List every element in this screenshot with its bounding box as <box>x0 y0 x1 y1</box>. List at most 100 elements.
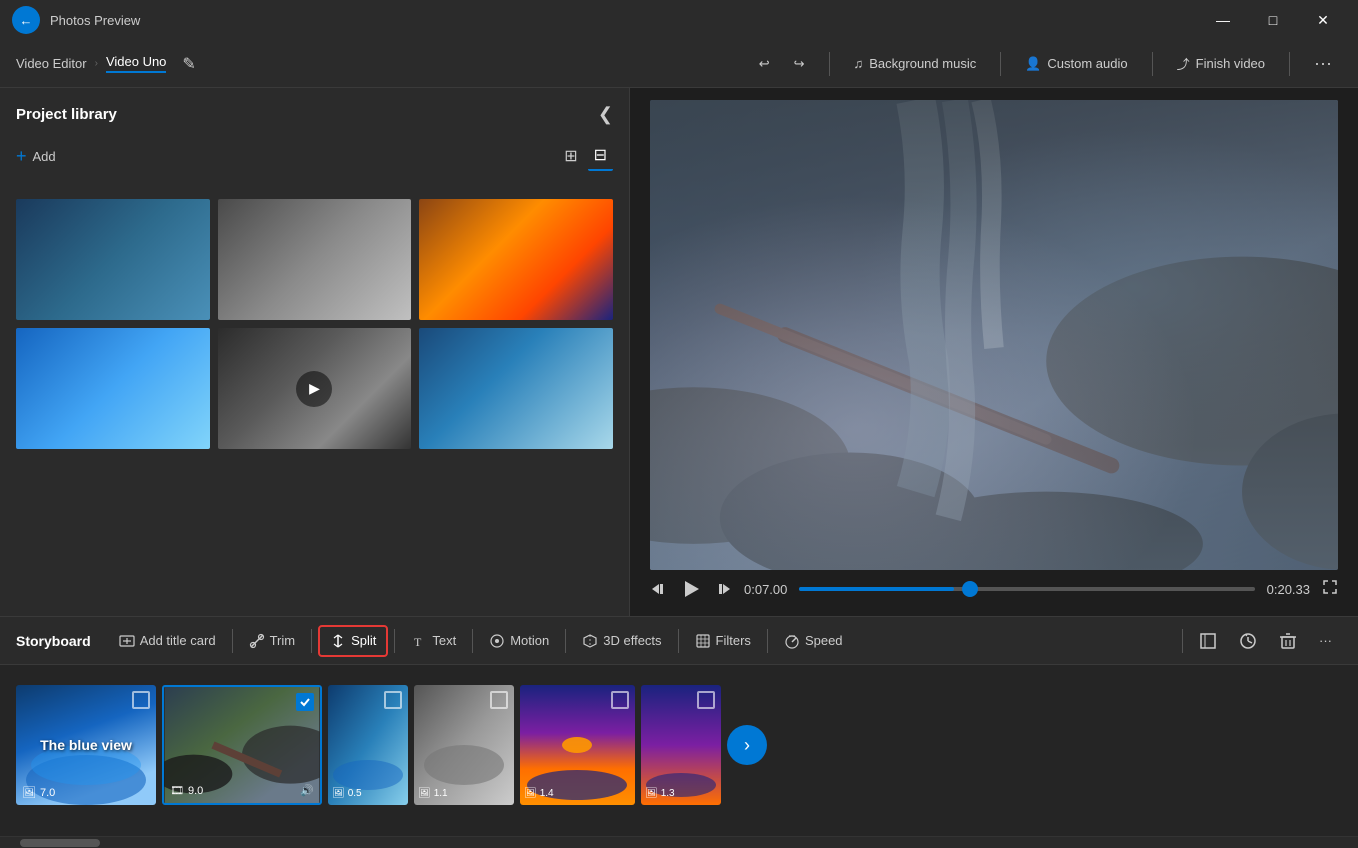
expand-icon <box>1322 579 1338 595</box>
scrollbar-thumb[interactable] <box>20 839 100 847</box>
clip-title[interactable]: The blue view 🖼 7.0 <box>16 685 156 805</box>
sb-divider-1 <box>232 629 233 653</box>
main-layout: Project library ❮ + Add ⊞ ⊟ <box>0 88 1358 616</box>
custom-audio-label: Custom audio <box>1047 56 1127 71</box>
clip-checkbox-checked[interactable] <box>296 693 314 711</box>
video-frame <box>650 100 1338 570</box>
breadcrumb-parent[interactable]: Video Editor <box>16 56 87 71</box>
minimize-button[interactable]: — <box>1200 4 1246 36</box>
library-item[interactable] <box>419 328 613 449</box>
trim-icon <box>249 633 265 649</box>
play-icon <box>680 578 702 600</box>
toolbar-more-button[interactable]: ··· <box>1304 47 1342 80</box>
toolbar-divider-2 <box>1000 52 1001 76</box>
speed-button[interactable]: Speed <box>774 627 853 655</box>
undo-button[interactable]: ↩ <box>749 50 780 78</box>
effects-icon <box>582 633 598 649</box>
clip-checkbox[interactable] <box>132 691 150 709</box>
add-media-button[interactable]: + Add <box>16 146 56 167</box>
rewind-button[interactable] <box>650 580 668 598</box>
clip-4-checkbox[interactable] <box>490 691 508 709</box>
library-item[interactable]: ▶ <box>218 328 412 449</box>
back-icon: ← <box>20 13 33 28</box>
clip-6-checkbox[interactable] <box>697 691 715 709</box>
clip-partial[interactable]: 🖼 1.3 <box>641 685 721 805</box>
speed-label: Speed <box>805 633 843 648</box>
play-overlay-icon: ▶ <box>296 371 332 407</box>
bottom-scrollbar[interactable] <box>0 836 1358 848</box>
redo-button[interactable]: ↪ <box>784 50 815 78</box>
background-music-button[interactable]: ♫ Background music <box>844 50 987 77</box>
grid-view-button[interactable]: ⊞ <box>558 141 583 171</box>
play-button[interactable] <box>680 578 702 600</box>
library-header: Project library ❮ <box>16 104 613 125</box>
sb-divider-5 <box>565 629 566 653</box>
add-title-card-label: Add title card <box>140 633 216 648</box>
video-preview-panel: 0:07.00 0:20.33 <box>630 88 1358 616</box>
duration-button[interactable] <box>1229 626 1267 656</box>
back-button[interactable]: ← <box>12 6 40 34</box>
motion-button[interactable]: Motion <box>479 627 559 655</box>
3d-effects-button[interactable]: 3D effects <box>572 627 671 655</box>
custom-audio-button[interactable]: 👤 Custom audio <box>1015 50 1137 78</box>
fast-forward-button[interactable] <box>714 580 732 598</box>
breadcrumb: Video Editor › Video Uno ✎ <box>16 54 196 74</box>
resize-button[interactable] <box>1189 626 1227 656</box>
trim-button[interactable]: Trim <box>239 627 306 655</box>
time-current: 0:07.00 <box>744 582 787 597</box>
text-button[interactable]: T Text <box>401 627 466 655</box>
add-label: Add <box>33 149 56 164</box>
maximize-button[interactable]: □ <box>1250 4 1296 36</box>
clip-5-checkbox[interactable] <box>611 691 629 709</box>
split-icon <box>330 633 346 649</box>
filters-button[interactable]: Filters <box>685 627 761 655</box>
clip-video-selected[interactable]: 🎞 9.0 🔊 <box>162 685 322 805</box>
time-total: 0:20.33 <box>1267 582 1310 597</box>
clip-image-3[interactable]: 🖼 0.5 <box>328 685 408 805</box>
collapse-library-button[interactable]: ❮ <box>598 104 613 125</box>
filters-icon <box>695 633 711 649</box>
delete-icon <box>1279 632 1297 650</box>
storyboard-more-button[interactable]: ··· <box>1309 627 1342 654</box>
split-button[interactable]: Split <box>318 625 388 657</box>
library-item[interactable] <box>218 199 412 320</box>
resize-icon <box>1199 632 1217 650</box>
library-item[interactable] <box>16 199 210 320</box>
video-controls: 0:07.00 0:20.33 <box>650 570 1338 604</box>
clip-3-checkbox[interactable] <box>384 691 402 709</box>
plus-icon: + <box>16 146 27 167</box>
edit-title-icon[interactable]: ✎ <box>182 54 195 74</box>
next-clips-button[interactable]: › <box>727 725 767 765</box>
clip-film-icon: 🎞 <box>170 784 184 797</box>
clip-3-type-icon: 🖼 <box>332 788 345 799</box>
storyboard-right-icons: ··· <box>1178 626 1342 656</box>
title-bar: ← Photos Preview — □ ✕ <box>0 0 1358 40</box>
library-item[interactable] <box>16 328 210 449</box>
clip-5-duration: 1.4 <box>540 788 554 799</box>
finish-video-button[interactable]: ⤴ Finish video <box>1167 48 1275 79</box>
progress-bar[interactable] <box>799 587 1254 591</box>
person-icon: 👤 <box>1025 56 1041 72</box>
top-toolbar: Video Editor › Video Uno ✎ ↩ ↪ ♫ Backgro… <box>0 40 1358 88</box>
expand-video-button[interactable] <box>1322 579 1338 600</box>
delete-button[interactable] <box>1269 626 1307 656</box>
filters-label: Filters <box>716 633 751 648</box>
finish-video-label: Finish video <box>1196 56 1265 71</box>
library-item[interactable] <box>419 199 613 320</box>
add-title-card-icon <box>119 633 135 649</box>
clip-image-4[interactable]: 🖼 1.1 <box>414 685 514 805</box>
close-button[interactable]: ✕ <box>1300 4 1346 36</box>
undo-icon: ↩ <box>759 56 770 72</box>
duration-icon <box>1239 632 1257 650</box>
clip-image-5[interactable]: 🖼 1.4 <box>520 685 635 805</box>
sb-divider-4 <box>472 629 473 653</box>
music-icon: ♫ <box>854 56 864 71</box>
speed-icon <box>784 633 800 649</box>
add-title-card-button[interactable]: Add title card <box>109 627 226 655</box>
progress-thumb[interactable] <box>962 581 978 597</box>
library-title: Project library <box>16 106 117 123</box>
clip-5-type-icon: 🖼 <box>524 788 537 799</box>
text-label: Text <box>432 633 456 648</box>
list-view-button[interactable]: ⊟ <box>588 141 613 171</box>
text-icon: T <box>411 633 427 649</box>
